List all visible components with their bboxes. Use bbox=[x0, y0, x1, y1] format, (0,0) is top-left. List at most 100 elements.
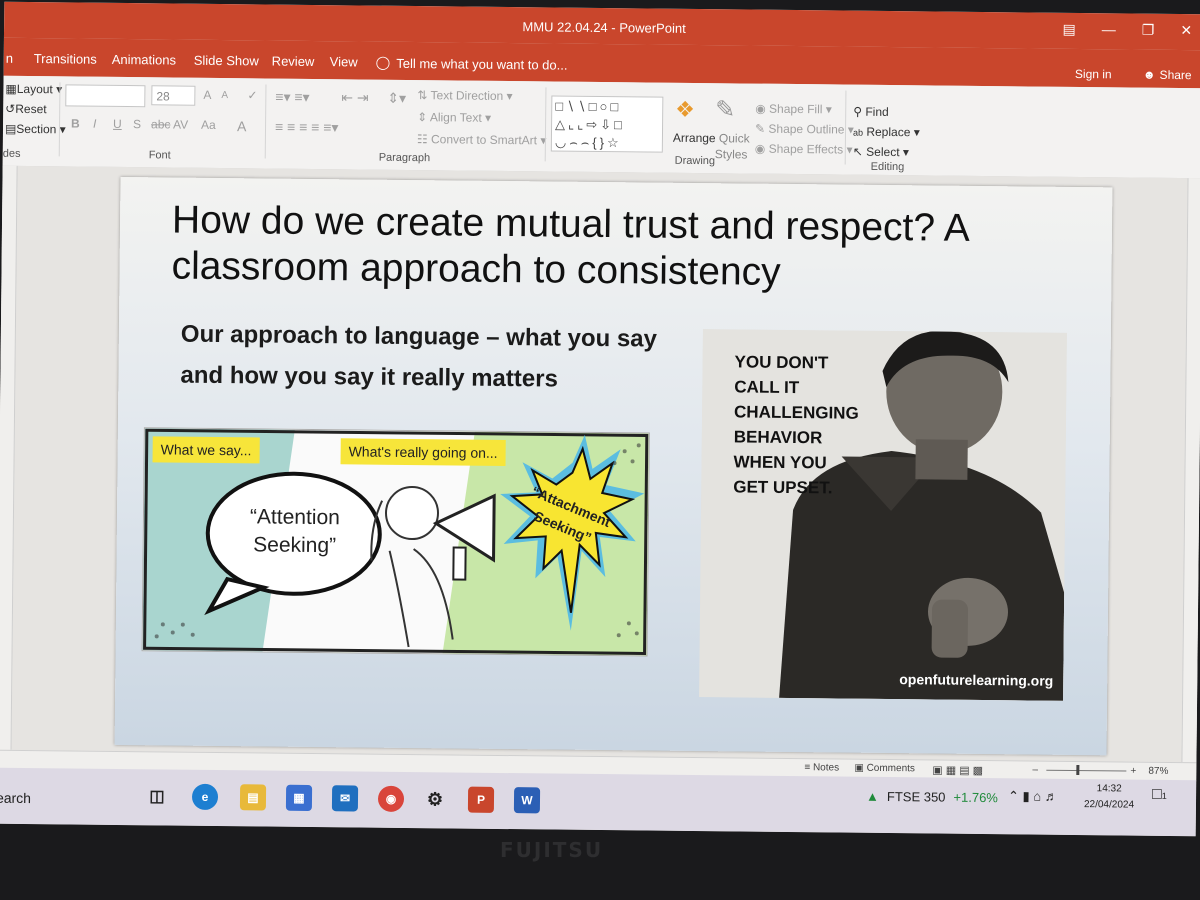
taskbar-search[interactable]: earch bbox=[0, 790, 31, 806]
trend-up-icon: ▲ bbox=[865, 788, 880, 804]
clear-formatting-icon[interactable]: ✓ bbox=[247, 88, 257, 102]
comic-image[interactable]: What we say... What's really going on...… bbox=[141, 427, 650, 657]
layout-label: Layout bbox=[16, 81, 53, 97]
minimize-icon[interactable]: — bbox=[1102, 21, 1116, 38]
clock-time: 14:32 bbox=[1096, 783, 1122, 795]
styles-label[interactable]: Styles bbox=[715, 147, 748, 161]
shapes-gallery[interactable]: □∖∖□○□ △⌞⌞⇨⇩□ ◡⌢⌢{}☆ bbox=[550, 95, 664, 153]
tab-view[interactable]: View bbox=[330, 54, 358, 69]
shape-effects-button[interactable]: ◉ Shape Effects ▾ bbox=[755, 142, 853, 157]
indent-icon[interactable]: ⇤ ⇥ bbox=[341, 89, 369, 106]
drawing-group-label: Drawing bbox=[674, 154, 716, 168]
poster-line-4: BEHAVIOR bbox=[733, 427, 823, 448]
align-text-button[interactable]: ⇕ Align Text ▾ bbox=[417, 110, 491, 125]
paint-bucket-icon: ◉ bbox=[755, 101, 766, 116]
zoom-slider[interactable] bbox=[1046, 769, 1127, 772]
poster-image[interactable]: YOU DON'T CALL IT CHALLENGING BEHAVIOR W… bbox=[699, 329, 1067, 701]
zoom-slider-thumb[interactable] bbox=[1076, 765, 1080, 776]
stock-widget[interactable]: ▲ FTSE 350 +1.76% bbox=[866, 789, 998, 805]
view-buttons[interactable]: ▣ ▦ ▤ ▩ bbox=[932, 763, 983, 777]
tab-slide-show[interactable]: Slide Show bbox=[194, 53, 259, 69]
convert-smartart-button[interactable]: ☷ Convert to SmartArt ▾ bbox=[417, 132, 547, 147]
close-icon[interactable]: ✕ bbox=[1180, 22, 1192, 39]
chrome-icon[interactable]: ◉ bbox=[377, 785, 405, 812]
slide-title[interactable]: How do we create mutual trust and respec… bbox=[171, 198, 972, 298]
smartart-icon: ☷ bbox=[416, 132, 428, 147]
share-button[interactable]: ☻ Share bbox=[1143, 68, 1192, 83]
separator bbox=[264, 84, 267, 159]
alignment-icons[interactable]: ≡ ≡ ≡ ≡ ≡▾ bbox=[275, 119, 339, 137]
lightbulb-icon: ◯ bbox=[375, 54, 391, 70]
tell-me-box[interactable]: ◯ Tell me what you want to do... bbox=[376, 55, 568, 73]
change-case-button[interactable]: Aa bbox=[201, 118, 216, 132]
slide-subtitle[interactable]: Our approach to language – what you say … bbox=[180, 314, 701, 401]
poster-line-5: WHEN YOU bbox=[733, 452, 827, 473]
character-spacing-button[interactable]: AV bbox=[173, 118, 188, 132]
grow-font-button[interactable]: A bbox=[203, 88, 211, 102]
font-size-box[interactable]: 28 bbox=[151, 85, 196, 106]
edge-icon[interactable]: e bbox=[191, 783, 219, 811]
shadow-button[interactable]: S bbox=[133, 117, 141, 131]
underline-button[interactable]: U bbox=[113, 117, 122, 131]
task-view-icon[interactable]: ◫ bbox=[144, 783, 170, 809]
ftse-change: +1.76% bbox=[953, 789, 998, 806]
clock[interactable]: 14:32 22/04/2024 bbox=[1084, 781, 1134, 814]
quick-styles-label[interactable]: Quick bbox=[719, 131, 750, 145]
reset-button[interactable]: ↺Reset bbox=[5, 102, 47, 116]
section-icon: ▤ bbox=[4, 121, 17, 136]
bold-button[interactable]: B bbox=[71, 116, 80, 130]
mail-icon[interactable]: ✉ bbox=[331, 785, 359, 812]
section-button[interactable]: ▤Section ▾ bbox=[5, 122, 66, 137]
comic-tag-whats-going-on: What's really going on... bbox=[340, 438, 506, 467]
zoom-out-button[interactable]: – bbox=[1032, 765, 1038, 776]
tab-animations[interactable]: Animations bbox=[112, 52, 176, 68]
shape-fill-button[interactable]: ◉ Shape Fill ▾ bbox=[755, 102, 832, 117]
slide-canvas[interactable]: How do we create mutual trust and respec… bbox=[114, 176, 1113, 756]
comment-icon: ▣ bbox=[854, 762, 864, 774]
zoom-level[interactable]: 87% bbox=[1148, 766, 1168, 777]
tab-review[interactable]: Review bbox=[272, 54, 315, 69]
word-icon[interactable]: W bbox=[513, 787, 541, 814]
speech-bubble-line-2: Seeking” bbox=[253, 533, 337, 558]
speech-bubble-line-1: “Attention bbox=[249, 505, 341, 530]
separator bbox=[544, 87, 547, 162]
find-button[interactable]: ⚲ Find bbox=[853, 105, 889, 119]
comments-label: Comments bbox=[866, 762, 916, 775]
text-direction-icon: ⇅ bbox=[417, 88, 428, 103]
replace-button[interactable]: ab Replace ▾ bbox=[853, 125, 920, 140]
tab-transitions[interactable]: Transitions bbox=[34, 51, 97, 67]
strikethrough-button[interactable]: abc bbox=[151, 117, 171, 131]
zoom-in-button[interactable]: + bbox=[1130, 766, 1136, 777]
font-color-button[interactable]: A bbox=[237, 118, 247, 134]
settings-gear-icon[interactable]: ⚙ bbox=[422, 786, 448, 812]
notes-button[interactable]: ≡ Notes bbox=[804, 762, 839, 773]
shrink-font-button[interactable]: A bbox=[221, 90, 228, 101]
microsoft-store-icon[interactable]: ▦ bbox=[285, 784, 313, 812]
text-direction-button[interactable]: ⇅ Text Direction ▾ bbox=[417, 88, 512, 103]
cursor-icon: ↖ bbox=[852, 144, 863, 159]
arrange-button[interactable]: Arrange bbox=[673, 131, 716, 145]
restore-icon[interactable]: ❐ bbox=[1142, 22, 1155, 39]
italic-button[interactable]: I bbox=[93, 117, 96, 131]
file-explorer-icon[interactable]: ▤ bbox=[239, 784, 267, 811]
notes-label: Notes bbox=[812, 762, 840, 774]
comments-button[interactable]: ▣ Comments bbox=[854, 763, 915, 775]
poster-line-1: YOU DON'T bbox=[734, 352, 829, 373]
find-label: Find bbox=[865, 104, 889, 120]
sign-in-link[interactable]: Sign in bbox=[1075, 67, 1112, 81]
shape-outline-button[interactable]: ✎ Shape Outline ▾ bbox=[755, 122, 854, 137]
font-name-box[interactable] bbox=[65, 84, 146, 108]
system-tray-icons[interactable]: ⌃ ▮ ⌂ ♬ bbox=[1008, 788, 1058, 805]
tab-design[interactable]: n bbox=[6, 51, 13, 66]
pencil-icon: ✎ bbox=[754, 121, 766, 136]
quick-styles-icon: ✎ bbox=[715, 96, 736, 124]
replace-icon: ab bbox=[852, 127, 864, 138]
ribbon-display-options-icon[interactable]: ▤ bbox=[1062, 21, 1075, 38]
powerpoint-icon[interactable]: P bbox=[467, 786, 495, 813]
clock-date: 22/04/2024 bbox=[1083, 799, 1135, 811]
line-spacing-icon[interactable]: ⇕▾ bbox=[387, 90, 406, 107]
notification-icon[interactable]: □1 bbox=[1152, 786, 1167, 804]
bullets-icon[interactable]: ≡▾ ≡▾ bbox=[275, 89, 309, 106]
layout-button[interactable]: ▦Layout ▾ bbox=[5, 82, 62, 97]
select-button[interactable]: ↖ Select ▾ bbox=[853, 145, 909, 160]
